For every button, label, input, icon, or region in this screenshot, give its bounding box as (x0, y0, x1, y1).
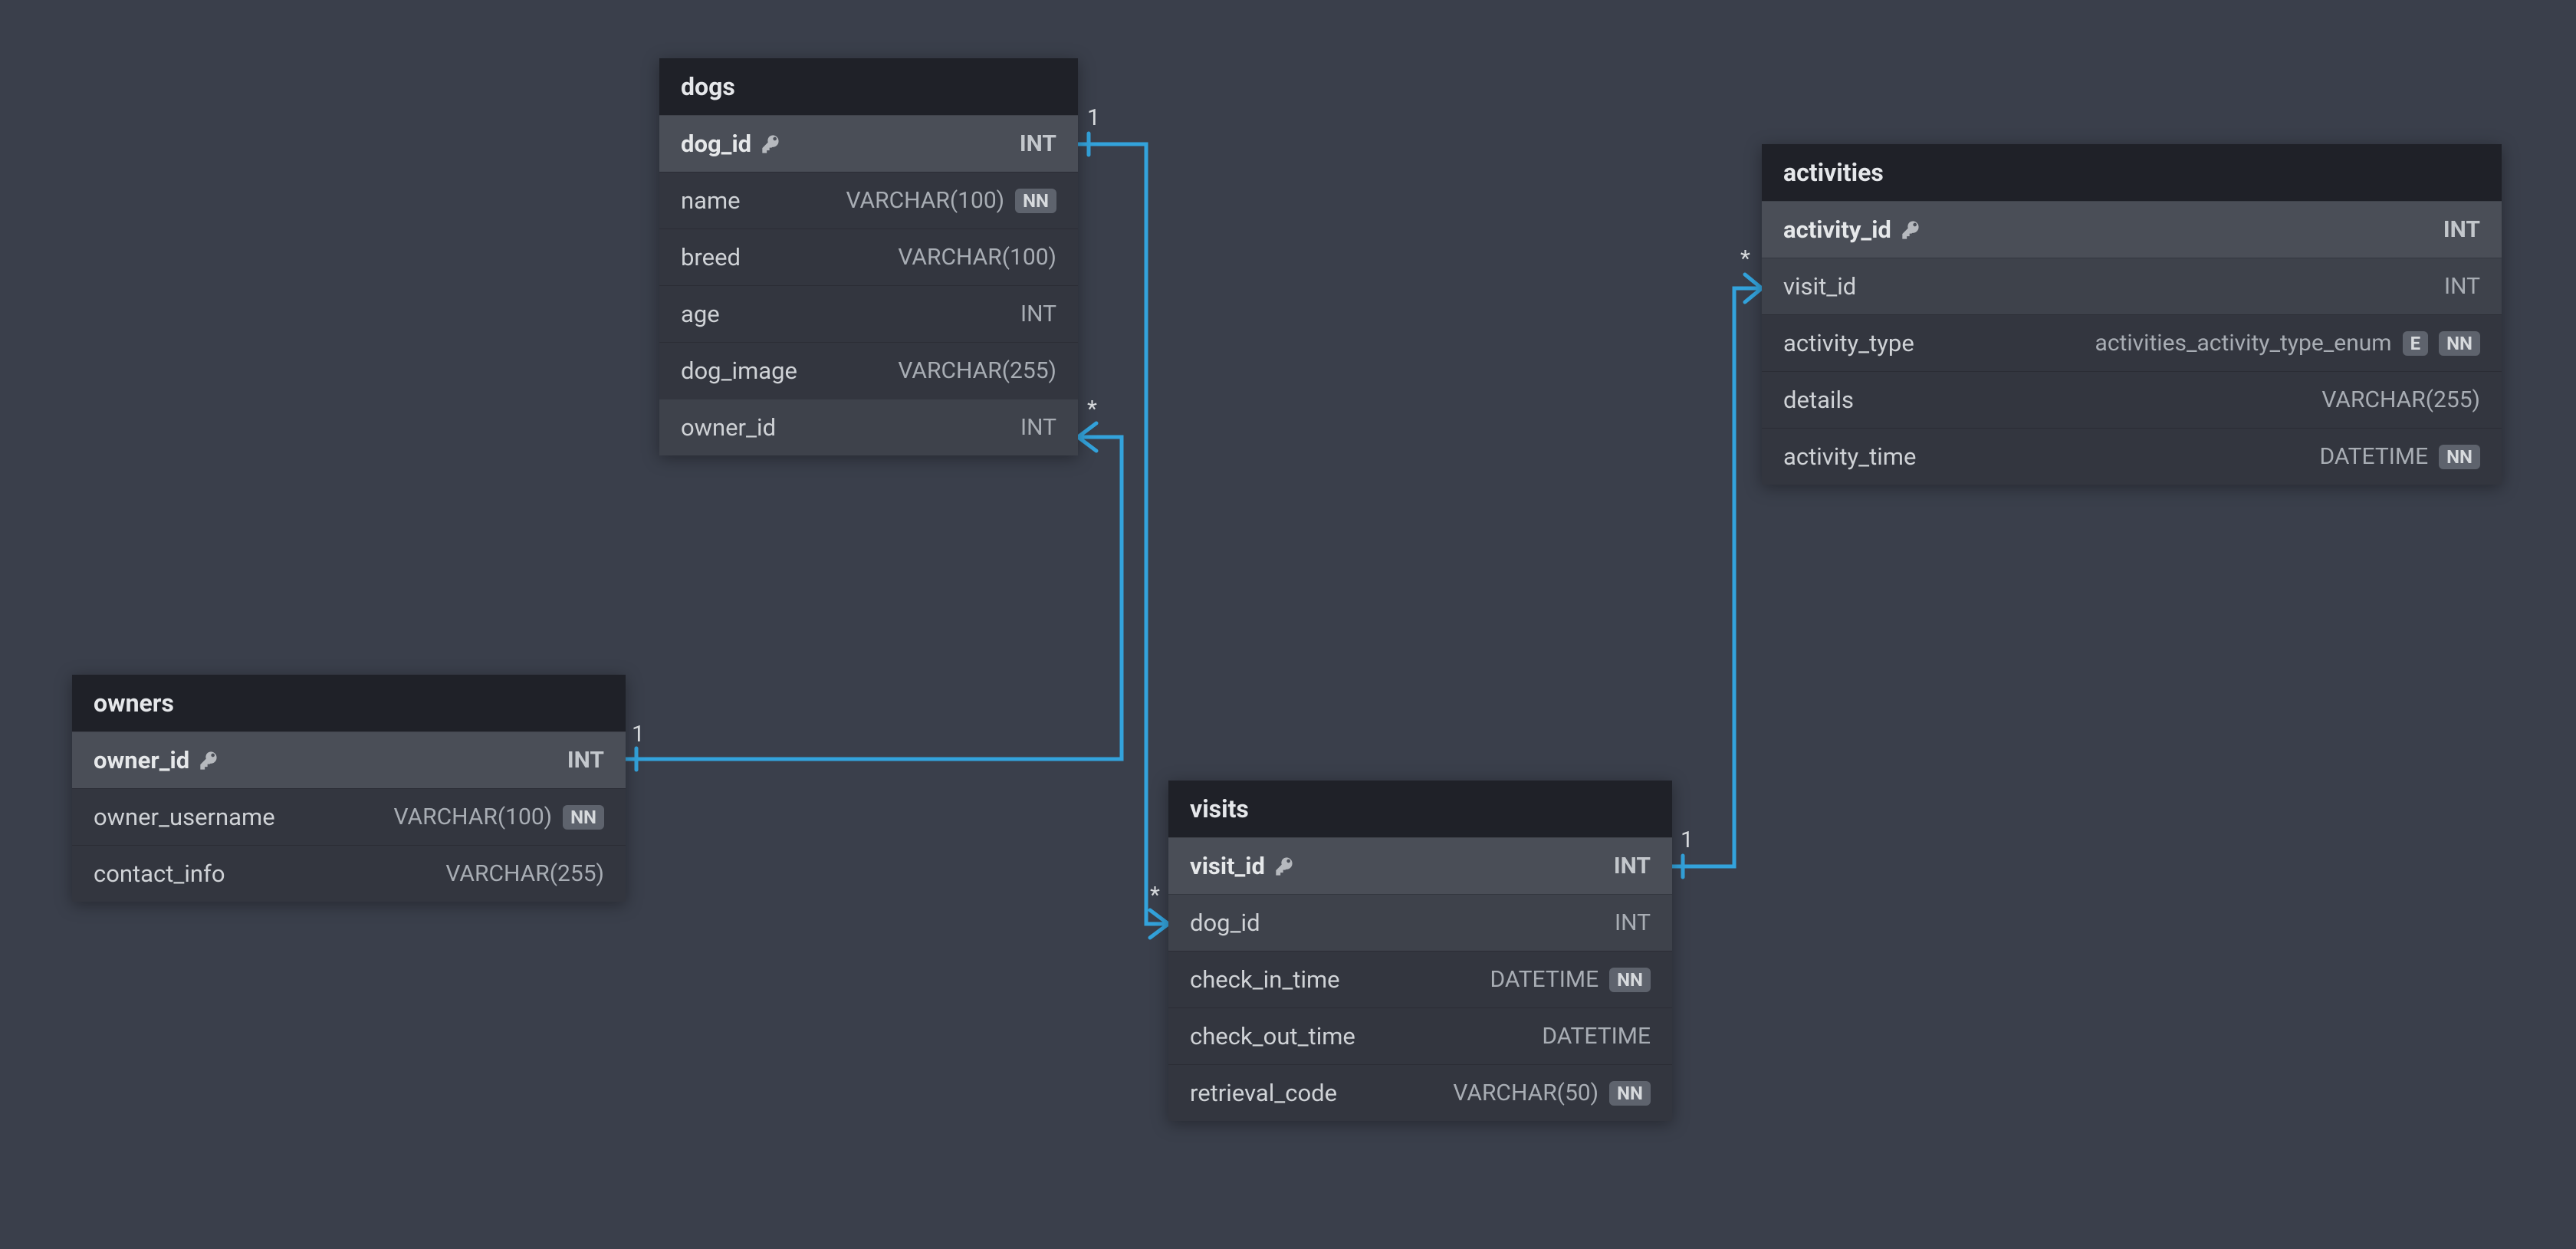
column-activity-id[interactable]: activity_id INT (1762, 201, 2502, 258)
column-owner-username[interactable]: owner_username VARCHAR(100) NN (72, 788, 626, 845)
column-dog-image[interactable]: dog_image VARCHAR(255) (659, 342, 1078, 399)
column-type: VARCHAR(100) (898, 244, 1056, 271)
column-dog-id[interactable]: dog_id INT (1168, 894, 1672, 951)
primary-key-icon (1901, 219, 1922, 241)
column-name: activity_time (1783, 442, 1916, 471)
primary-key-icon (1274, 856, 1296, 877)
erd-canvas[interactable]: 1 * 1 * 1 * dogs dog_id INT name VARCHAR… (0, 0, 2576, 1249)
column-owner-id[interactable]: owner_id INT (659, 399, 1078, 455)
primary-key-icon (199, 750, 220, 771)
not-null-badge: NN (2439, 331, 2480, 356)
column-check-in-time[interactable]: check_in_time DATETIME NN (1168, 951, 1672, 1007)
column-type: INT (1020, 301, 1056, 327)
not-null-badge: NN (2439, 445, 2480, 469)
column-type: INT (1020, 414, 1056, 441)
not-null-badge: NN (1015, 189, 1056, 213)
column-name: age (681, 300, 720, 328)
column-activity-time[interactable]: activity_time DATETIME NN (1762, 428, 2502, 485)
column-name: retrieval_code (1190, 1079, 1337, 1107)
column-breed[interactable]: breed VARCHAR(100) (659, 228, 1078, 285)
column-name: activity_type (1783, 329, 1914, 357)
column-name: contact_info (94, 860, 225, 888)
column-type: INT (1020, 130, 1056, 157)
column-name: owner_username (94, 803, 275, 831)
table-title: owners (72, 675, 626, 731)
column-type: INT (1615, 909, 1651, 936)
column-type: VARCHAR(255) (2321, 386, 2480, 413)
column-type: VARCHAR(100) (846, 187, 1005, 214)
column-owner-id[interactable]: owner_id INT (72, 731, 626, 788)
column-name: details (1783, 386, 1854, 414)
table-visits[interactable]: visits visit_id INT dog_id INT check_in_… (1168, 781, 1672, 1121)
cardinality-label: * (1150, 882, 1160, 909)
column-age[interactable]: age INT (659, 285, 1078, 342)
column-name: name (681, 186, 741, 215)
column-name: visit_id (1783, 272, 1856, 301)
not-null-badge: NN (1609, 1081, 1651, 1106)
column-type: INT (2444, 273, 2480, 300)
column-dog-id[interactable]: dog_id INT (659, 115, 1078, 172)
column-retrieval-code[interactable]: retrieval_code VARCHAR(50) NN (1168, 1064, 1672, 1121)
column-details[interactable]: details VARCHAR(255) (1762, 371, 2502, 428)
column-type: DATETIME (1542, 1023, 1651, 1050)
column-visit-id[interactable]: visit_id INT (1168, 837, 1672, 894)
primary-key-icon (761, 133, 782, 155)
cardinality-label: 1 (1087, 104, 1100, 131)
table-dogs[interactable]: dogs dog_id INT name VARCHAR(100) NN bre… (659, 58, 1078, 455)
table-owners[interactable]: owners owner_id INT owner_username VARCH… (72, 675, 626, 902)
column-activity-type[interactable]: activity_type activities_activity_type_e… (1762, 314, 2502, 371)
column-type: INT (1614, 853, 1651, 879)
column-type: INT (567, 747, 604, 774)
cardinality-label: * (1740, 245, 1750, 272)
column-type: INT (2443, 216, 2480, 243)
column-type: activities_activity_type_enum (2095, 330, 2392, 357)
table-title: activities (1762, 144, 2502, 201)
column-check-out-time[interactable]: check_out_time DATETIME (1168, 1007, 1672, 1064)
column-type: VARCHAR(100) (394, 804, 553, 830)
column-name: owner_id (94, 746, 189, 774)
cardinality-label: 1 (632, 721, 645, 748)
column-name-field[interactable]: name VARCHAR(100) NN (659, 172, 1078, 228)
column-name: dog_image (681, 357, 797, 385)
column-name: check_in_time (1190, 965, 1340, 994)
cardinality-label: * (1087, 396, 1097, 422)
column-type: DATETIME (1490, 966, 1599, 993)
column-name: activity_id (1783, 215, 1891, 244)
cardinality-label: 1 (1681, 827, 1694, 853)
column-name: owner_id (681, 413, 776, 442)
column-type: VARCHAR(255) (445, 860, 604, 887)
column-name: visit_id (1190, 852, 1265, 880)
column-name: breed (681, 243, 741, 271)
column-contact-info[interactable]: contact_info VARCHAR(255) (72, 845, 626, 902)
column-visit-id[interactable]: visit_id INT (1762, 258, 2502, 314)
column-name: check_out_time (1190, 1022, 1355, 1050)
enum-badge: E (2403, 331, 2429, 356)
column-name: dog_id (1190, 909, 1260, 937)
column-name: dog_id (681, 130, 751, 158)
table-title: visits (1168, 781, 1672, 837)
table-activities[interactable]: activities activity_id INT visit_id INT … (1762, 144, 2502, 485)
not-null-badge: NN (1609, 968, 1651, 992)
column-type: VARCHAR(255) (898, 357, 1056, 384)
not-null-badge: NN (563, 805, 604, 830)
column-type: DATETIME (2320, 443, 2429, 470)
column-type: VARCHAR(50) (1453, 1080, 1598, 1106)
table-title: dogs (659, 58, 1078, 115)
